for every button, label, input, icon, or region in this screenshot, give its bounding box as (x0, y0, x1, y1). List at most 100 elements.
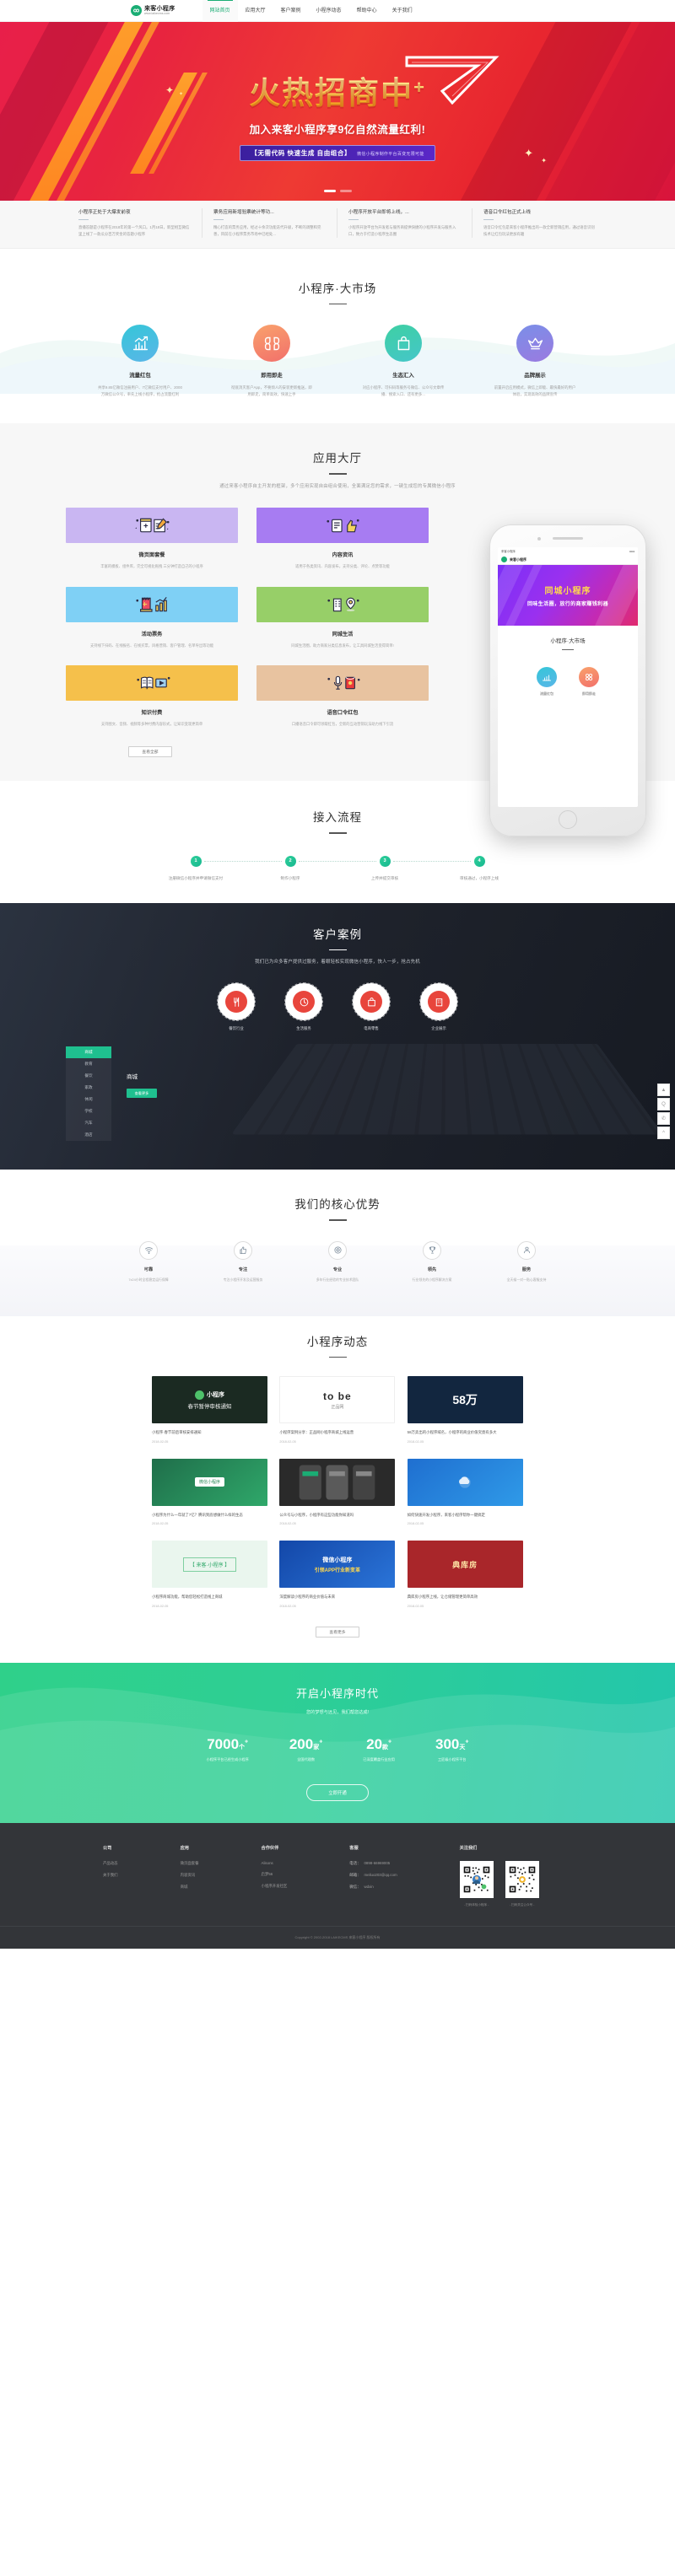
site-logo[interactable]: 来客小程序 www.laikecms.com (131, 5, 176, 16)
phone-hero-banner[interactable]: 同城小程序 回味生活圈，放行的商家赚钱利器 (498, 565, 638, 627)
case-tab-leisure[interactable]: 休闲 (66, 1094, 111, 1105)
footer-link[interactable]: 商城 (181, 1885, 199, 1890)
nav-item-about[interactable]: 关于我们 (385, 0, 420, 22)
page-title: 小程序·大市场 (298, 282, 377, 295)
news-card[interactable]: 58万 58万卖出的小程序域名，小程序的商业价值究竟有多大 2018-02-05 (407, 1376, 523, 1444)
hero-carousel-dots[interactable] (0, 190, 675, 192)
cta-button[interactable]: 立即开通 (306, 1783, 369, 1801)
thumb-text-b: 正品网 (331, 1404, 344, 1410)
chevron-up-icon[interactable]: ▲ (657, 1084, 670, 1096)
advantage-item-title: 可靠 (143, 1266, 154, 1272)
phone-icon-traffic[interactable]: 流量红包 (537, 667, 557, 696)
advantage-item-focus[interactable]: 专注 专注小程序开发及运营服务 (211, 1240, 275, 1283)
qq-icon[interactable]: Q (657, 1098, 670, 1111)
news-strip-item[interactable]: 小程序开放平台即将上线，... 小程序开放平台为开发者与服务商提供快捷的小程序开… (338, 208, 472, 238)
news-card[interactable]: 微信小程序 小程序为什么一年就了7亿？腾讯到底想做什么样的生态 2018-02-… (152, 1458, 267, 1525)
hero-tag-sub: 微信小程序制作平台百变无限可能 (357, 151, 424, 157)
case-tab-auto[interactable]: 汽车 (66, 1117, 111, 1129)
footer-link[interactable]: 微页面套餐 (181, 1861, 199, 1866)
nav-item-news[interactable]: 小程序动态 (309, 0, 349, 22)
footer-link[interactable]: 产品动态 (103, 1861, 118, 1866)
advantage-item-service[interactable]: 服务 全天候一对一贴心客服支持 (494, 1240, 559, 1283)
nav-item-help[interactable]: 帮助中心 (349, 0, 385, 22)
process-step-4: 4 审核通过，小程序上线 (432, 855, 526, 881)
app-card-knowledge[interactable]: 知识付费 支持图文、音频、视频等多种付费内容形式，让知识变现更简单 (66, 665, 238, 728)
stat-plus: + (319, 1739, 323, 1745)
wechat-miniprogram-qr (459, 1860, 494, 1898)
app-card-voice-redpacket[interactable]: 语音口令红包 口播语音口令即可领取红包，全新的互动营销玩法助力线下引流 (256, 665, 429, 728)
footer-link[interactable]: Alisons (262, 1861, 288, 1865)
case-circle-retail[interactable]: 电商零售 (352, 982, 391, 1031)
news-card[interactable]: 如何快速开发小程序，来客小程序帮你一键搞定 2018-02-05 (407, 1458, 523, 1525)
app-card-desc: 支持线下扫码、在线报名、在线买票，风格营销、客户管理、名单导出等功能 (89, 643, 214, 648)
news-strip-item[interactable]: 票务应用新增验票统计等功... 精心打造的票务应用，经过十余次功能迭代升级，不断… (202, 208, 338, 238)
advantage-item-reliable[interactable]: 可靠 7x24小时全程稳定运行保障 (116, 1240, 181, 1283)
case-panel: 商城 教育 餐饮 家政 休闲 学校 汽车 酒店 商城 查看更多 (66, 1046, 675, 1142)
phone-icon-instant[interactable]: 即用即走 (579, 667, 599, 696)
wechat-icon[interactable]: ✆ (657, 1112, 670, 1125)
thumbs-up-icon (234, 1240, 252, 1260)
news-grid: 小程序 春节暂停审核通知 小程序·春节前后审核安排通知 2018-02-05 t… (152, 1376, 523, 1608)
phone-home-button[interactable] (559, 810, 577, 830)
news-card[interactable]: to be 正品网 小程序案例分享：正品网小程序商城上线运营 2018-02-0… (279, 1376, 396, 1444)
news-section: 小程序动态 小程序 春节暂停审核通知 小程序·春节前后审核安排通知 2018-0… (0, 1306, 675, 1663)
market-item-traffic[interactable]: 流量红包 共享9.85亿微信注册用户、7亿微信支付用户、2000万微信公众号，率… (94, 325, 186, 398)
app-card-micropage[interactable]: 微页面套餐 丰富的模板、组件库，完全可视化拖拽 三分钟打造自己的小程序 (66, 507, 238, 570)
footer-link[interactable]: 启梦56 (262, 1872, 288, 1877)
phone-screen[interactable]: 来客小程序 ●●● 来客小程序 同城小程序 回味生活圈，放行的商家赚钱利器 小程… (498, 547, 638, 808)
case-tab-catering[interactable]: 餐饮 (66, 1070, 111, 1082)
news-strip-item[interactable]: 小程序正处于大爆发前夜 直播答题是小程序在2018年的第一个风口。1月18日，新… (68, 208, 202, 238)
case-more-button[interactable]: 查看更多 (127, 1089, 157, 1099)
case-tab-mall[interactable]: 商城 (66, 1046, 111, 1059)
dotted-ring-decoration (419, 982, 458, 1022)
market-item-desc: 前置开启应用模式，微信上即能、最快最好的用户体验，实现高效的品牌宣传 (494, 385, 576, 397)
case-circle-restaurant[interactable]: 餐饮行业 (217, 982, 256, 1031)
nav-item-app-hall[interactable]: 应用大厅 (238, 0, 273, 22)
news-card[interactable]: 典库房 典库房小程序上线，让仓储管理更简单高效 2018-02-05 (407, 1541, 523, 1608)
app-card-local-life[interactable]: 同城生活 同城生活圈，助力商家分类信息发布，让工具同城生活变得简单! (256, 586, 429, 649)
footer-link[interactable]: 关于我们 (103, 1873, 118, 1878)
news-card[interactable]: 【 来客·小程序 】 小程序商城功能，帮助您轻松打造线上商城 2018-02-0… (152, 1541, 267, 1608)
case-tab-housekeeping[interactable]: 家政 (66, 1082, 111, 1094)
app-card-ticketing[interactable]: 活动票务 支持线下扫码、在线报名、在线买票，风格营销、客户管理、名单导出等功能 (66, 586, 238, 649)
back-to-top-icon[interactable]: ^ (657, 1127, 670, 1139)
phone-icon-label: 即用即走 (582, 691, 596, 696)
nav-item-cases[interactable]: 客户案例 (273, 0, 309, 22)
carousel-dot-1[interactable] (323, 190, 336, 192)
carousel-dot-2[interactable] (339, 190, 352, 192)
case-tabs: 商城 教育 餐饮 家政 休闲 学校 汽车 酒店 (66, 1046, 111, 1142)
advantage-item-professional[interactable]: 专业 多年行业经验的专业技术团队 (305, 1240, 370, 1283)
market-item-ecosystem[interactable]: 生态汇入 对应小程序、可扫码等服务号微信、公众号文章传播、搜索入口、还有更多..… (358, 325, 449, 398)
nav-item-home[interactable]: 网站首页 (202, 0, 238, 22)
hall-more-button[interactable]: 查看全部 (128, 746, 172, 758)
thumb-text-b: 引领APP行业新变革 (314, 1568, 360, 1573)
grid-apps-icon (253, 325, 290, 363)
stat-number: 20 (366, 1735, 383, 1752)
case-circle-enterprise[interactable]: 企业展示 (419, 982, 458, 1031)
advantage-item-leading[interactable]: 领先 行业领先的小程序解决方案 (400, 1240, 464, 1283)
market-item-brand[interactable]: 品牌展示 前置开启应用模式，微信上即能、最快最好的用户体验，实现高效的品牌宣传 (489, 325, 580, 398)
case-tab-school[interactable]: 学校 (66, 1105, 111, 1117)
cta-stat-apps: 20款+ 已深度覆盖行业应用 (363, 1737, 395, 1762)
market-item-desc: 共享9.85亿微信注册用户、7亿微信支付用户、2000万微信公众号，率先上线小程… (98, 385, 182, 397)
case-tab-education[interactable]: 教育 (66, 1058, 111, 1070)
news-strip-item[interactable]: 语音口令红包正式上线 语音口令红包是来客小程序推出的一款全新营销应用，通过语音识… (472, 208, 608, 238)
thumb-text-a: 典库房 (452, 1560, 478, 1569)
news-more-button[interactable]: 查看更多 (316, 1626, 359, 1638)
news-card[interactable]: 微信小程序 引领APP行业新变革 深度解读小程序的商业价值与未来 2018-02… (279, 1541, 396, 1608)
case-tab-hotel[interactable]: 酒店 (66, 1129, 111, 1141)
market-item-instant[interactable]: 即用即走 彻底消灭客户App，不要烦人的安装更新推送，即用即走，简单高效，快速上… (226, 325, 317, 398)
footer-col-heading: 客服 (349, 1845, 359, 1851)
process-step-3: 3 上传并提交审核 (338, 855, 471, 881)
footer-col-follow: 关注我们 - 扫码体验小程序 - - 扫码关注公众号 - (459, 1845, 539, 1907)
hero-banner[interactable]: ✦ ✦ ✦ ✦ 火热招商中+ 加入来客小程序享9亿自然流量红利! 【无需代码 快… (0, 22, 675, 201)
news-card[interactable]: 小程序 春节暂停审核通知 小程序·春节前后审核安排通知 2018-02-05 (152, 1376, 267, 1444)
news-card[interactable]: 公众号与小程序，小程序有这些功能你知道吗 2018-02-05 (279, 1458, 396, 1525)
footer-link[interactable]: 内容资讯 (181, 1873, 199, 1878)
cta-stat-agents: 200家+ 全国代理数 (289, 1737, 322, 1762)
contact-email-key: 邮箱： (349, 1872, 361, 1877)
case-circle-service[interactable]: 生活服务 (284, 982, 323, 1031)
process-step-2: 2 制作小程序 (243, 855, 376, 881)
app-card-content[interactable]: 内容资讯 适用于各类资讯、内容发布，支持分类、评论、点赞等功能 (256, 507, 429, 570)
footer-link[interactable]: 小程序开发社区 (262, 1884, 288, 1889)
